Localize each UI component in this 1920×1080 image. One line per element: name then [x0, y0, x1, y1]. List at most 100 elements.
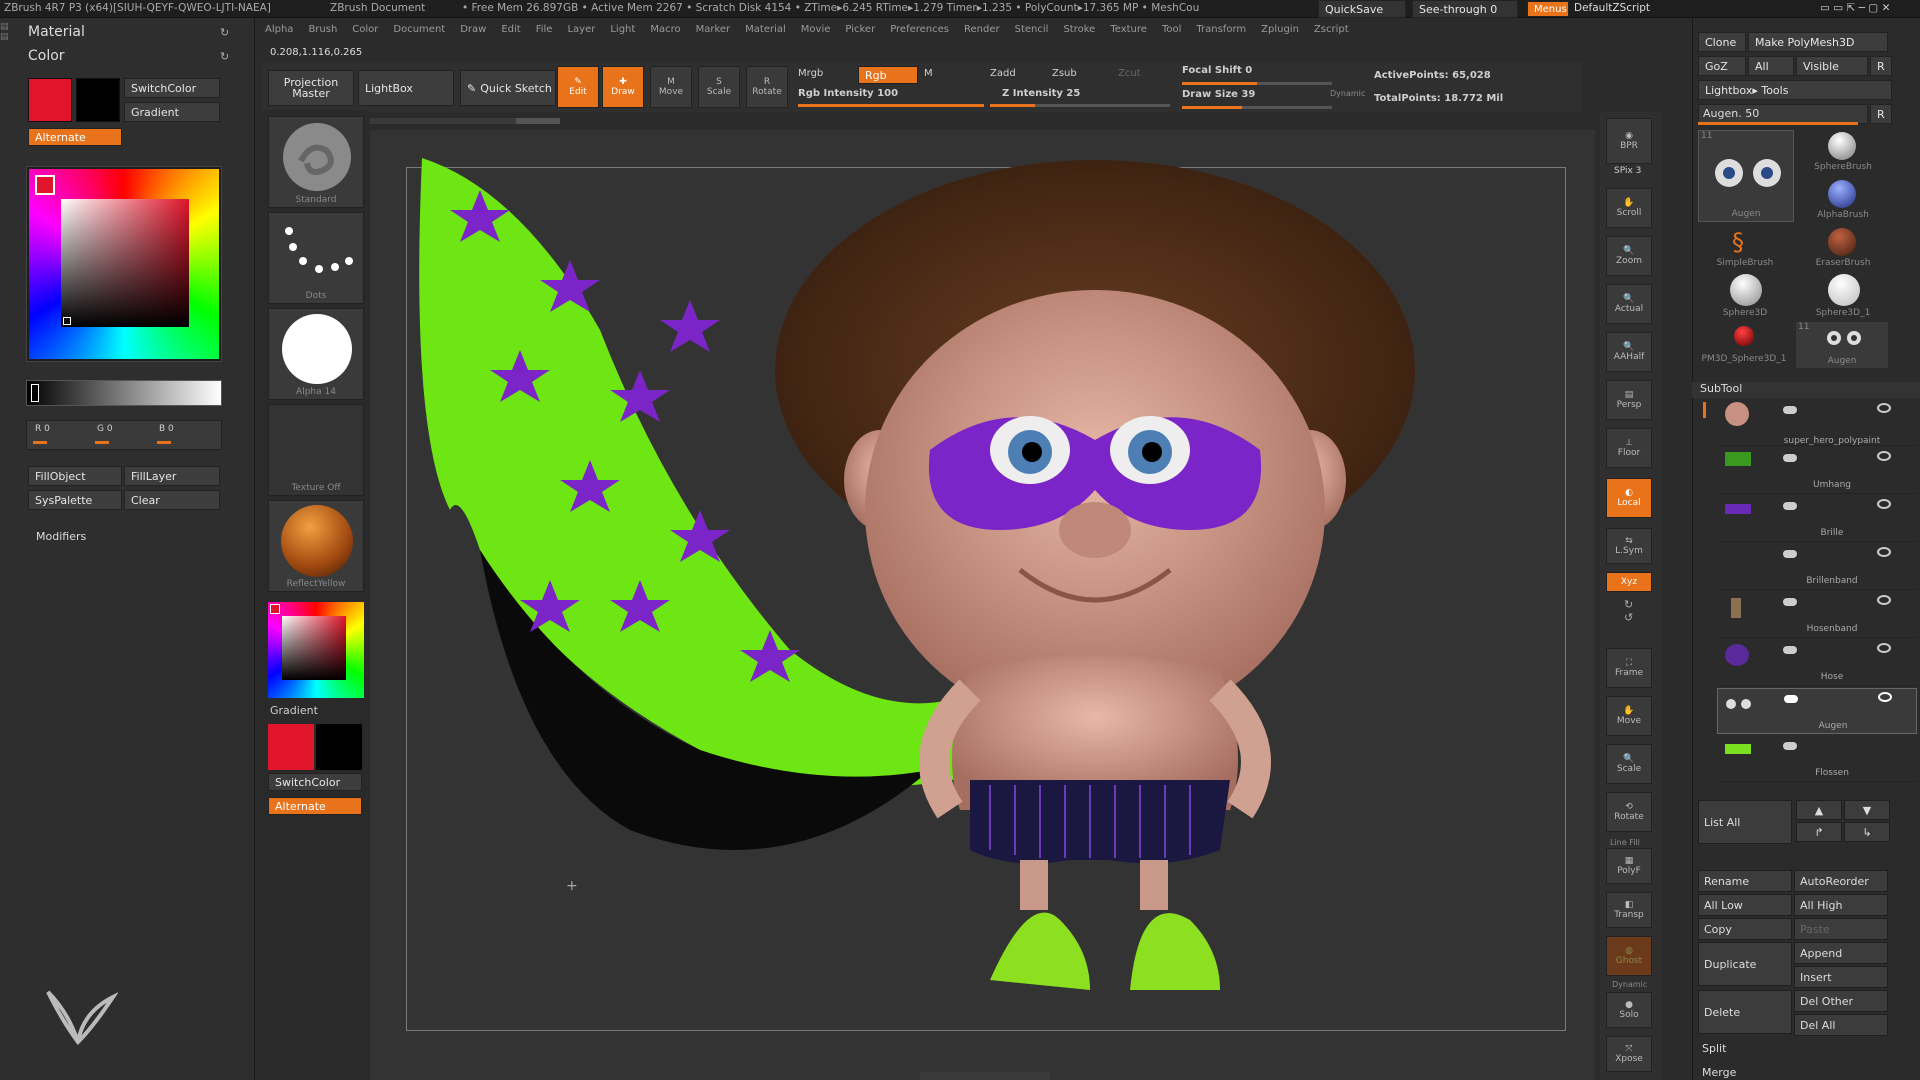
subtool-row[interactable]: Hose: [1717, 640, 1917, 686]
menu-macro[interactable]: Macro: [650, 24, 680, 35]
copy-button[interactable]: Copy: [1698, 918, 1792, 940]
menu-file[interactable]: File: [536, 24, 553, 35]
subtool-row[interactable]: Hosenband: [1717, 592, 1917, 638]
blue-value[interactable]: B 0: [159, 424, 174, 434]
menu-alpha[interactable]: Alpha: [265, 24, 293, 35]
persp-button[interactable]: ▤ Persp: [1606, 380, 1652, 420]
edit-button[interactable]: ✎ Edit: [557, 66, 599, 108]
append-button[interactable]: Append: [1794, 942, 1888, 964]
saturation-square[interactable]: [61, 199, 189, 327]
menu-texture[interactable]: Texture: [1110, 24, 1147, 35]
tool-r-button[interactable]: R: [1870, 104, 1892, 124]
menu-tool[interactable]: Tool: [1162, 24, 1181, 35]
current-tool-slider[interactable]: Augen. 50: [1698, 104, 1868, 124]
switch-color-button[interactable]: SwitchColor: [124, 78, 220, 98]
eye-icon[interactable]: [1877, 403, 1891, 413]
frame-button[interactable]: ⛶ Frame: [1606, 648, 1652, 688]
eye-icon[interactable]: [1877, 595, 1891, 605]
solo-button[interactable]: ● Solo: [1606, 992, 1652, 1028]
tool-eraserbrush-thumb[interactable]: EraserBrush: [1800, 226, 1886, 272]
color-palette-title[interactable]: Color: [28, 48, 65, 64]
all-high-button[interactable]: All High: [1794, 894, 1888, 916]
scale-button[interactable]: S Scale: [698, 66, 740, 108]
tool-augen-thumb[interactable]: 11 Augen: [1698, 130, 1794, 222]
move-up-arrow-icon[interactable]: ▲: [1796, 800, 1842, 820]
sys-palette-button[interactable]: SysPalette: [28, 490, 122, 510]
menu-marker[interactable]: Marker: [696, 24, 731, 35]
move-down-group-icon[interactable]: ↳: [1844, 822, 1890, 842]
menu-zplugin[interactable]: Zplugin: [1261, 24, 1299, 35]
subtool-row[interactable]: Umhang: [1717, 448, 1917, 494]
canvas-scrollbar[interactable]: [370, 118, 560, 124]
eye-icon[interactable]: [1877, 499, 1891, 509]
zcut-button[interactable]: Zcut: [1118, 68, 1141, 79]
mini-main-color-swatch[interactable]: [268, 724, 314, 770]
z-intensity-slider[interactable]: Z Intensity 25: [1002, 88, 1080, 99]
del-other-button[interactable]: Del Other: [1794, 990, 1888, 1012]
standard-brush-thumb[interactable]: Standard: [268, 116, 364, 208]
draw-button[interactable]: ✚ Draw: [602, 66, 644, 108]
menu-brush[interactable]: Brush: [308, 24, 337, 35]
menu-stencil[interactable]: Stencil: [1015, 24, 1049, 35]
move-down-arrow-icon[interactable]: ▼: [1844, 800, 1890, 820]
scroll-button[interactable]: ✋ Scroll: [1606, 188, 1652, 228]
make-polymesh-button[interactable]: Make PolyMesh3D: [1748, 32, 1888, 52]
subtool-row[interactable]: Brille: [1717, 496, 1917, 542]
menu-picker[interactable]: Picker: [845, 24, 875, 35]
auto-reorder-button[interactable]: AutoReorder: [1794, 870, 1888, 892]
visibility-toggle[interactable]: [1783, 742, 1797, 750]
menu-movie[interactable]: Movie: [801, 24, 831, 35]
visibility-toggle[interactable]: [1783, 406, 1797, 414]
delete-button[interactable]: Delete: [1698, 990, 1792, 1034]
split-menu[interactable]: Split: [1702, 1042, 1726, 1055]
all-low-button[interactable]: All Low: [1698, 894, 1792, 916]
menus-button[interactable]: Menus: [1527, 1, 1569, 17]
tray-grip-icon[interactable]: ▤ ▤: [0, 22, 12, 62]
lsym-button[interactable]: ⇆ L.Sym: [1606, 528, 1652, 564]
zoom-button[interactable]: 🔍 Zoom: [1606, 236, 1652, 276]
tool-pm3d-sphere-thumb[interactable]: PM3D_Sphere3D_1: [1698, 322, 1790, 368]
lightbox-tools-button[interactable]: Lightbox▸ Tools: [1698, 80, 1892, 100]
subtool-row[interactable]: Flossen: [1717, 736, 1917, 782]
list-all-button[interactable]: List All: [1698, 800, 1792, 844]
visibility-toggle[interactable]: [1783, 646, 1797, 654]
menu-transform[interactable]: Transform: [1196, 24, 1246, 35]
draw-size-slider[interactable]: Draw Size 39: [1182, 89, 1255, 100]
move-button[interactable]: M Move: [650, 66, 692, 108]
menu-zscript[interactable]: Zscript: [1314, 24, 1349, 35]
main-color-swatch[interactable]: [28, 78, 72, 122]
rotate-view-button[interactable]: ⟲ Rotate: [1606, 792, 1652, 832]
menu-material[interactable]: Material: [745, 24, 786, 35]
goz-button[interactable]: GoZ: [1698, 56, 1746, 76]
modifiers-label[interactable]: Modifiers: [36, 530, 86, 543]
see-through-slider[interactable]: See-through 0: [1412, 0, 1518, 18]
rgb-sliders[interactable]: R 0 G 0 B 0: [26, 420, 222, 450]
menu-render[interactable]: Render: [964, 24, 1000, 35]
color-picker[interactable]: [26, 166, 222, 362]
spix-slider[interactable]: SPix 3: [1614, 166, 1641, 176]
window-controls-icon[interactable]: ▭ ▭ ⇱ ─ ▢ ✕: [1820, 2, 1890, 14]
visibility-toggle[interactable]: [1784, 695, 1798, 703]
tool-alphabrush-thumb[interactable]: AlphaBrush: [1800, 178, 1886, 224]
tool-simplebrush-thumb[interactable]: § SimpleBrush: [1702, 226, 1788, 272]
zadd-button[interactable]: Zadd: [990, 68, 1016, 79]
eye-icon[interactable]: [1878, 692, 1892, 702]
dots-stroke-thumb[interactable]: Dots: [268, 212, 364, 304]
transp-button[interactable]: ◧ Transp: [1606, 892, 1652, 928]
alternate-button[interactable]: Alternate: [28, 128, 122, 146]
goz-all-button[interactable]: All: [1748, 56, 1794, 76]
mini-alternate-button[interactable]: Alternate: [268, 797, 362, 815]
zsub-button[interactable]: Zsub: [1052, 68, 1077, 79]
refresh-icon[interactable]: ↻: [220, 26, 229, 39]
tool-sphere3d-thumb[interactable]: Sphere3D: [1702, 274, 1788, 320]
rgb-intensity-slider[interactable]: Rgb Intensity 100: [798, 88, 898, 99]
focal-shift-slider[interactable]: Focal Shift 0: [1182, 65, 1252, 76]
mini-secondary-color-swatch[interactable]: [316, 724, 362, 770]
grayscale-slider[interactable]: [26, 380, 222, 406]
projection-master-button[interactable]: Projection Master: [268, 70, 354, 106]
default-zscript-button[interactable]: DefaultZScript: [1574, 2, 1650, 14]
menu-layer[interactable]: Layer: [567, 24, 595, 35]
tool-augen-2-thumb[interactable]: 11 Augen: [1796, 322, 1888, 368]
canvas-bottom-scrollbar[interactable]: [920, 1072, 1050, 1080]
menu-draw[interactable]: Draw: [460, 24, 486, 35]
